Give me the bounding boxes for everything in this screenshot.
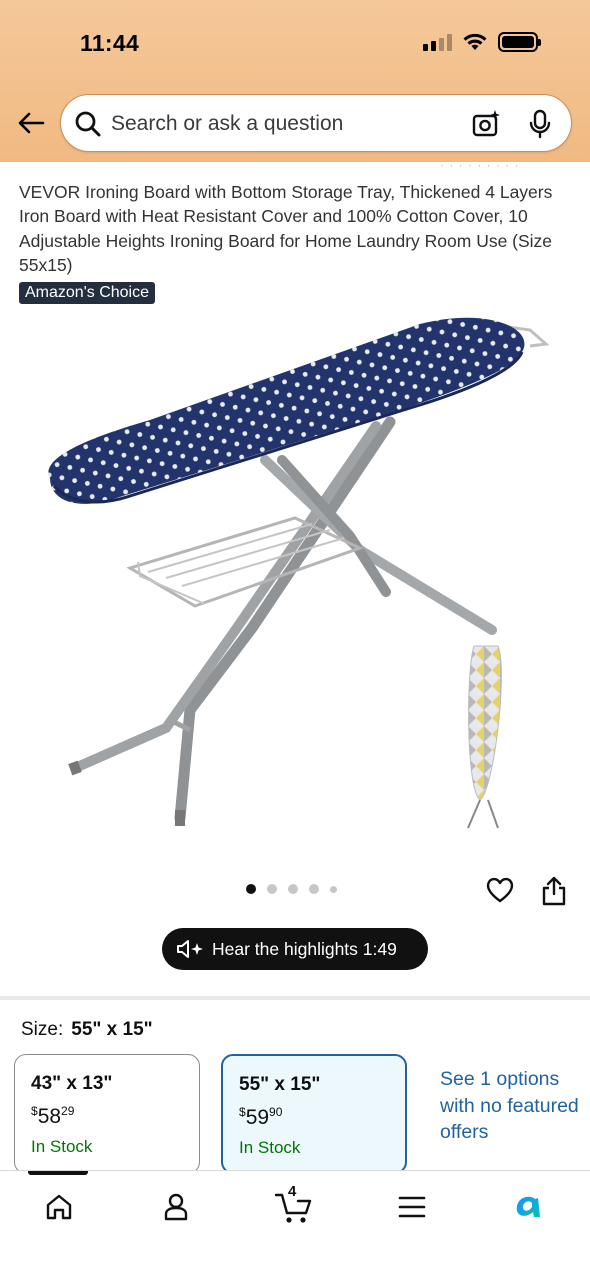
size-option-stock: In Stock [239, 1138, 301, 1157]
size-option-55x15[interactable]: 55" x 15" $5990 In Stock [221, 1054, 407, 1174]
camera-search-icon[interactable] [471, 109, 501, 139]
nav-account[interactable] [154, 1185, 198, 1229]
product-image[interactable] [20, 310, 570, 850]
nav-rufus[interactable] [506, 1185, 550, 1229]
hear-highlights-button[interactable]: Hear the highlights 1:49 [162, 928, 428, 970]
microphone-icon[interactable] [527, 109, 553, 139]
search-input[interactable]: Search or ask a question [111, 112, 343, 136]
carousel-dot[interactable] [267, 884, 277, 894]
ironing-board-image [48, 317, 550, 829]
nav-cart[interactable]: 4 [272, 1183, 316, 1229]
image-carousel-dots[interactable] [246, 884, 337, 894]
back-arrow-icon [18, 112, 45, 134]
size-option-dimension: 55" x 15" [239, 1074, 321, 1095]
home-icon [46, 1194, 72, 1220]
bottom-nav-bar: 4 [0, 1170, 590, 1280]
status-icons [423, 32, 541, 52]
see-more-options-link[interactable]: See 1 options with no featured offers [440, 1066, 580, 1146]
cellular-signal-icon [423, 33, 452, 51]
size-selected-value: 55" x 15" [71, 1019, 153, 1040]
rating-stars-peek: · · · · · · · · · [440, 158, 520, 172]
status-time: 11:44 [80, 30, 140, 56]
size-label: Size: [21, 1019, 64, 1040]
search-icon [75, 111, 101, 137]
share-icon[interactable] [540, 875, 568, 907]
status-bar: 11:44 [0, 0, 590, 88]
app-header: 11:44 Search or ask a question [0, 0, 590, 162]
hear-highlights-label: Hear the highlights 1:49 [212, 938, 397, 959]
heart-icon[interactable] [485, 875, 515, 905]
nav-home[interactable] [37, 1185, 81, 1229]
carousel-dot[interactable] [246, 884, 256, 894]
section-divider [0, 996, 590, 1000]
size-option-price: $5990 [239, 1105, 283, 1129]
product-title: VEVOR Ironing Board with Bottom Storage … [19, 182, 553, 275]
nav-menu[interactable] [390, 1185, 434, 1229]
menu-icon [398, 1196, 426, 1218]
carousel-dot[interactable] [330, 885, 337, 893]
size-option-43x13[interactable]: 43" x 13" $5829 In Stock [14, 1054, 200, 1174]
size-option-stock: In Stock [31, 1137, 93, 1156]
size-selector-label: Size: 55" x 15" [21, 1019, 153, 1041]
cart-count-badge: 4 [288, 1183, 297, 1200]
speaker-sparkle-icon [177, 940, 203, 958]
amazons-choice-badge: Amazon's Choice [19, 282, 155, 304]
size-option-price: $5829 [31, 1104, 75, 1128]
carousel-dot[interactable] [288, 884, 298, 894]
account-icon [164, 1193, 188, 1221]
size-option-dimension: 43" x 13" [31, 1073, 113, 1094]
battery-icon [498, 32, 541, 52]
carousel-dot[interactable] [309, 884, 319, 894]
wifi-icon [463, 33, 487, 50]
back-button[interactable] [14, 106, 48, 140]
active-tab-indicator [28, 1171, 88, 1175]
rufus-icon [516, 1196, 540, 1217]
search-bar[interactable]: Search or ask a question [60, 94, 572, 152]
